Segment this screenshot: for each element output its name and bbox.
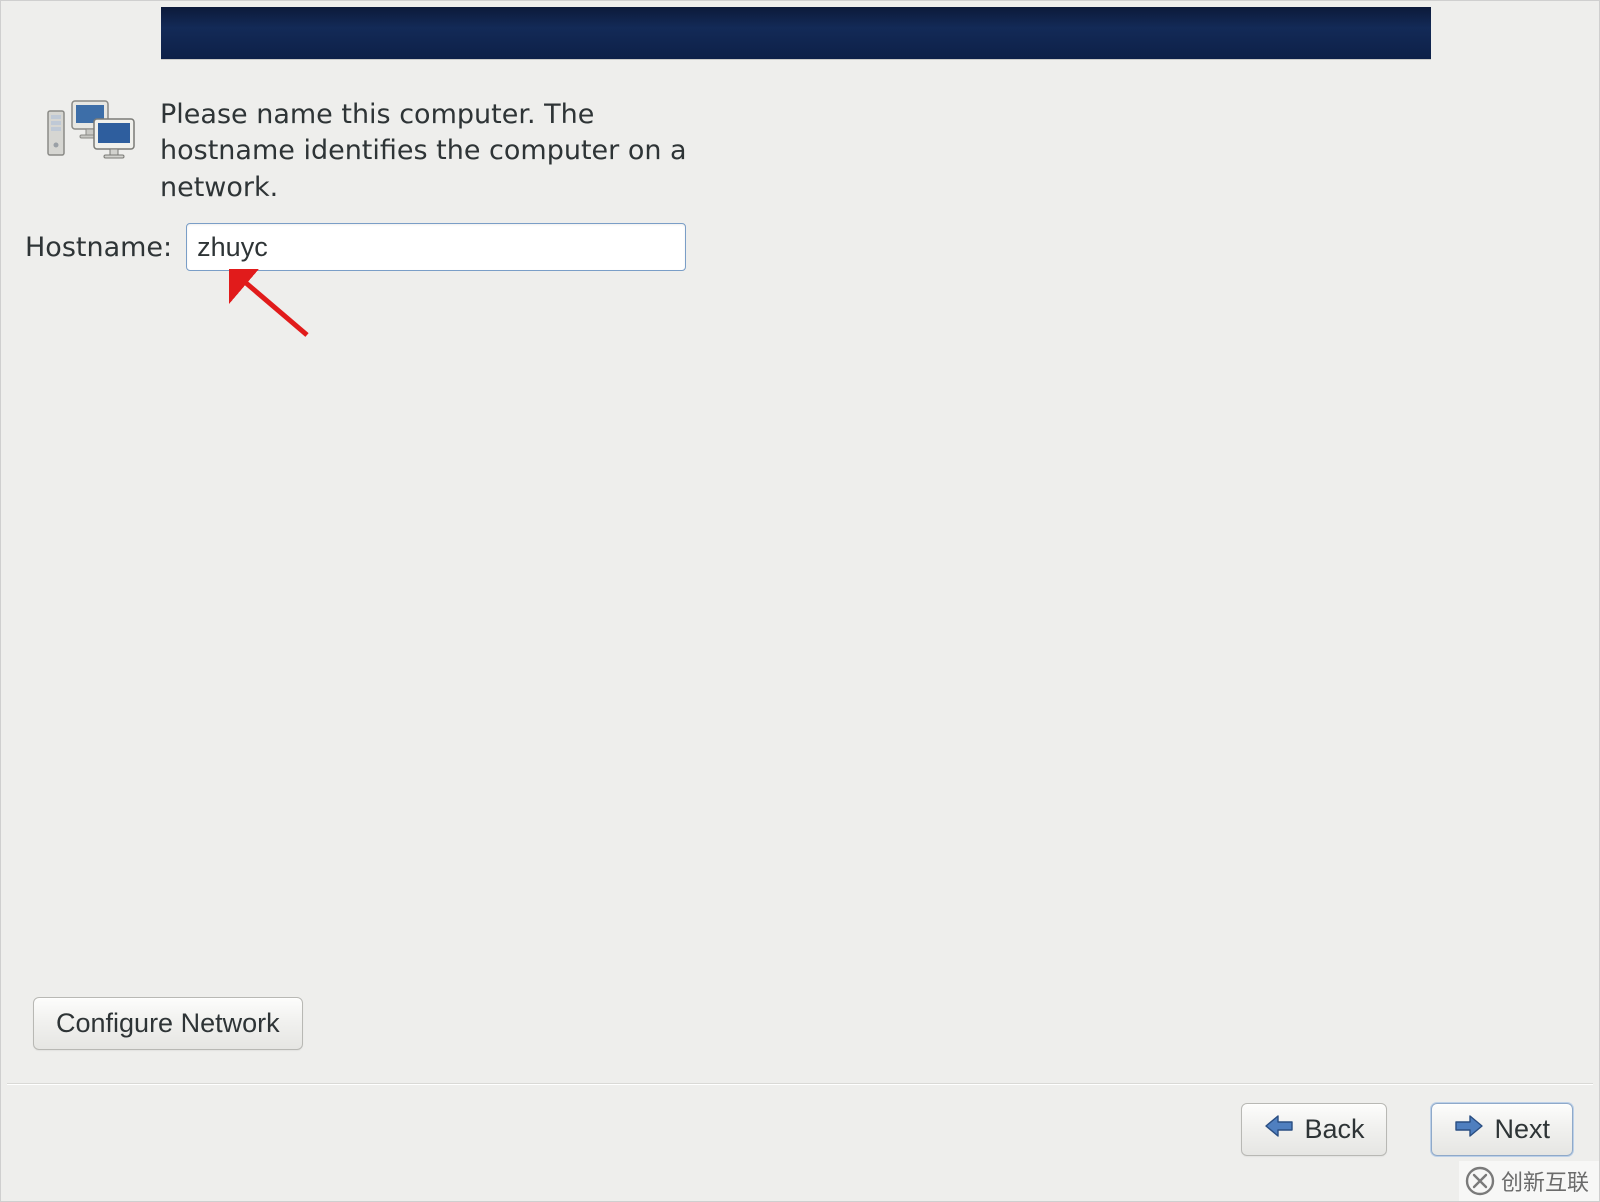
arrow-right-icon xyxy=(1454,1114,1484,1145)
header-banner xyxy=(161,7,1431,59)
arrow-left-icon xyxy=(1264,1114,1294,1145)
hostname-label: Hostname: xyxy=(25,232,172,263)
intro-row: Please name this computer. The hostname … xyxy=(46,97,700,206)
annotation-arrow-icon xyxy=(229,269,319,349)
hostname-input[interactable] xyxy=(186,223,686,271)
computers-network-icon xyxy=(46,97,138,163)
configure-network-label: Configure Network xyxy=(56,1008,280,1039)
next-label: Next xyxy=(1494,1114,1550,1145)
back-button[interactable]: Back xyxy=(1241,1103,1387,1156)
intro-text: Please name this computer. The hostname … xyxy=(160,97,700,206)
watermark-text: 创新互联 xyxy=(1501,1165,1589,1197)
watermark-logo-icon xyxy=(1465,1166,1495,1196)
next-button[interactable]: Next xyxy=(1431,1103,1573,1156)
footer-divider xyxy=(7,1083,1593,1085)
footer-buttons: Back Next xyxy=(1241,1103,1573,1156)
configure-network-button[interactable]: Configure Network xyxy=(33,997,303,1050)
back-label: Back xyxy=(1304,1114,1364,1145)
hostname-row: Hostname: xyxy=(25,223,686,271)
watermark: 创新互联 xyxy=(1459,1161,1599,1201)
installer-window: Please name this computer. The hostname … xyxy=(0,0,1600,1202)
